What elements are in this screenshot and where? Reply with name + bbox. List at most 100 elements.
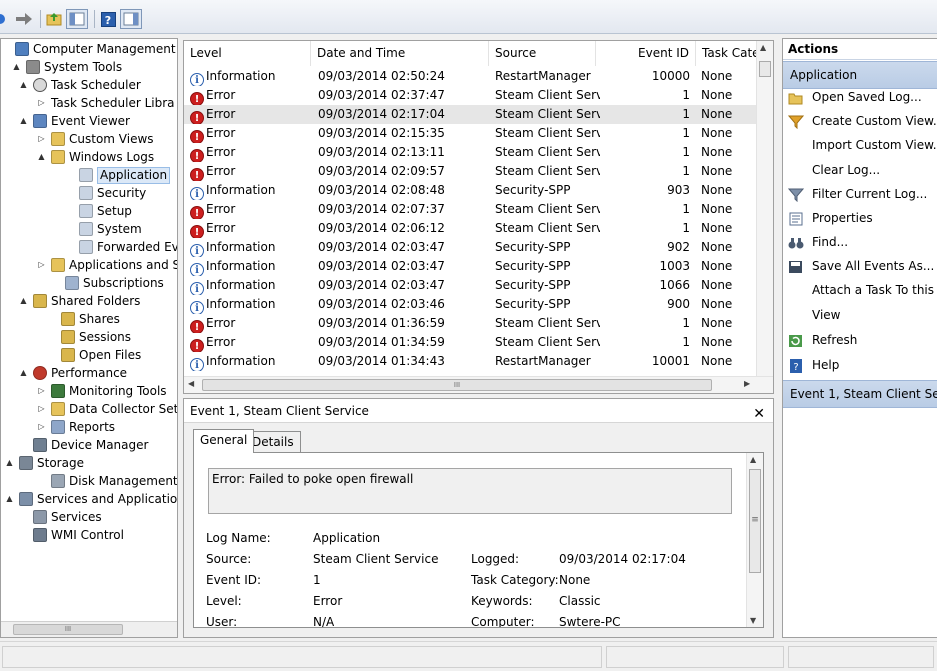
expand-arrow-icon[interactable]: ▷ (37, 418, 46, 436)
column-header-task-categ[interactable]: Task Categ (696, 41, 757, 66)
collapse-arrow-icon[interactable]: ▲ (37, 148, 46, 166)
table-row[interactable]: i Information 09/03/2014 02:08:48 Security-… (184, 181, 756, 200)
tree-item-device-manager[interactable]: Device Manager (19, 436, 148, 454)
action-create-custom-view[interactable]: Create Custom View... (783, 111, 937, 132)
table-row[interactable]: i Information 09/03/2014 02:03:46 Security-… (184, 295, 756, 314)
expand-arrow-icon[interactable]: ▷ (37, 400, 46, 418)
table-row[interactable]: i Information 09/03/2014 02:03:47 Security-… (184, 257, 756, 276)
tree-item-system-tools[interactable]: ▲ System Tools (12, 58, 122, 76)
collapse-arrow-icon[interactable]: ▲ (19, 292, 28, 310)
tree-item-services[interactable]: Services (19, 508, 102, 526)
tree-item-disk-management[interactable]: Disk Management (37, 472, 177, 490)
table-row[interactable]: i Information 09/03/2014 02:03:47 Security-… (184, 276, 756, 295)
action-view[interactable]: View (783, 305, 840, 326)
tree-item-custom-views[interactable]: ▷ Custom Views (37, 130, 154, 148)
table-row[interactable]: ! Error 09/03/2014 02:15:35 Steam Client Se… (184, 124, 756, 143)
up-folder-icon[interactable] (45, 9, 63, 29)
tree-item-system[interactable]: System (65, 220, 142, 238)
table-row[interactable]: ! Error 09/03/2014 02:07:37 Steam Client Se… (184, 200, 756, 219)
event-message-box[interactable]: Error: Failed to poke open firewall (208, 468, 732, 514)
tree-item-storage[interactable]: ▲ Storage (5, 454, 84, 472)
collapse-arrow-icon[interactable]: ▲ (19, 76, 28, 94)
back-icon[interactable] (0, 9, 10, 29)
tab-general[interactable]: General (193, 429, 255, 453)
action-save-all-events-as[interactable]: Save All Events As... (783, 256, 934, 277)
tree-item-open-files[interactable]: Open Files (47, 346, 141, 364)
tree-item-sessions[interactable]: Sessions (47, 328, 131, 346)
table-row[interactable]: ! Error 09/03/2014 02:09:57 Steam Client Se… (184, 162, 756, 181)
help-icon[interactable]: ? (99, 9, 117, 29)
column-header-level[interactable]: Level (184, 41, 311, 66)
collapse-arrow-icon[interactable]: ▲ (5, 454, 14, 472)
collapse-arrow-icon[interactable]: ▲ (19, 364, 28, 382)
tree-scroll-thumb[interactable]: III (13, 624, 123, 635)
tree-item-computer-management-local[interactable]: Computer Management (Local (1, 40, 177, 58)
scroll-left-arrow[interactable]: ◀ (188, 379, 194, 388)
action-filter-current-log[interactable]: Filter Current Log... (783, 184, 927, 205)
table-row[interactable]: i Information 09/03/2014 02:03:47 Security-… (184, 238, 756, 257)
show-hide-console-tree-icon[interactable] (66, 9, 88, 29)
action-open-saved-log[interactable]: Open Saved Log... (783, 87, 922, 108)
tree-item-application[interactable]: Application (65, 166, 171, 184)
table-row[interactable]: ! Error 09/03/2014 02:37:47 Steam Client Se… (184, 86, 756, 105)
event-list[interactable]: Level Date and Time Source Event ID Task Cat… (183, 40, 774, 394)
scroll-up-arrow[interactable]: ▲ (760, 43, 766, 52)
tree-item-shares[interactable]: Shares (47, 310, 120, 328)
expand-arrow-icon[interactable]: ▷ (37, 382, 46, 400)
action-properties[interactable]: Properties (783, 208, 873, 229)
column-header-date-and-time[interactable]: Date and Time (311, 41, 489, 66)
event-list-horizontal-scrollbar[interactable]: ◀ III ▶ (184, 376, 773, 393)
close-icon[interactable]: ✕ (753, 402, 765, 426)
detail-vertical-scrollbar[interactable]: ▲ ≡ ▼ (746, 453, 763, 627)
action-help[interactable]: ? Help (783, 355, 839, 376)
table-row[interactable]: i Information 09/03/2014 01:34:43 RestartMa… (184, 352, 756, 371)
expand-arrow-icon[interactable]: ▷ (37, 94, 46, 112)
collapse-arrow-icon[interactable]: ▲ (19, 112, 28, 130)
tree-item-performance[interactable]: ▲ Performance (19, 364, 127, 382)
action-refresh[interactable]: Refresh (783, 330, 857, 351)
tree-item-security[interactable]: Security (65, 184, 146, 202)
tree-item-reports[interactable]: ▷ Reports (37, 418, 115, 436)
table-row[interactable]: ! Error 09/03/2014 02:17:04 Steam Client Se… (184, 105, 756, 124)
tree-item-forwarded-event[interactable]: Forwarded Event (65, 238, 177, 256)
console-tree[interactable]: Computer Management (Local▲System Tools▲… (0, 38, 178, 638)
actions-group-application[interactable]: Application (783, 61, 937, 89)
actions-group-event[interactable]: Event 1, Steam Client Service (783, 380, 937, 408)
tree-horizontal-scrollbar[interactable]: III (1, 621, 177, 637)
tree-item-wmi-control[interactable]: WMI Control (19, 526, 124, 544)
tree-item-event-viewer[interactable]: ▲ Event Viewer (19, 112, 130, 130)
show-hide-action-pane-icon[interactable] (120, 9, 142, 29)
tree-item-windows-logs[interactable]: ▲ Windows Logs (37, 148, 154, 166)
tree-item-services-and-applications[interactable]: ▲ Services and Applications (5, 490, 177, 508)
table-row[interactable]: ! Error 09/03/2014 01:34:59 Steam Client Se… (184, 333, 756, 352)
event-list-hscroll-thumb[interactable]: III (202, 379, 712, 391)
tree-item-subscriptions[interactable]: Subscriptions (51, 274, 164, 292)
collapse-arrow-icon[interactable]: ▲ (5, 490, 14, 508)
detail-scroll-thumb[interactable]: ≡ (749, 469, 761, 573)
column-header-event-id[interactable]: Event ID (596, 41, 696, 66)
event-list-scroll-thumb[interactable] (759, 61, 771, 77)
tree-item-data-collector-sets[interactable]: ▷ Data Collector Sets (37, 400, 177, 418)
expand-arrow-icon[interactable]: ▷ (37, 256, 46, 274)
collapse-arrow-icon[interactable]: ▲ (12, 58, 21, 76)
action-attach-a-task-to-this-l[interactable]: Attach a Task To this L... (783, 280, 937, 301)
tree-item-task-scheduler[interactable]: ▲ Task Scheduler (19, 76, 141, 94)
table-row[interactable]: ! Error 09/03/2014 01:36:59 Steam Client Se… (184, 314, 756, 333)
tree-item-shared-folders[interactable]: ▲ Shared Folders (19, 292, 140, 310)
scroll-up-arrow[interactable]: ▲ (750, 455, 756, 464)
scroll-right-arrow[interactable]: ▶ (744, 379, 750, 388)
table-row[interactable]: ! Error 09/03/2014 02:13:11 Steam Client Se… (184, 143, 756, 162)
tree-item-monitoring-tools[interactable]: ▷ Monitoring Tools (37, 382, 167, 400)
tree-item-applications-and-se[interactable]: ▷ Applications and Se (37, 256, 177, 274)
expand-arrow-icon[interactable]: ▷ (37, 130, 46, 148)
event-list-vertical-scrollbar[interactable]: ▲ (756, 41, 773, 377)
tree-item-task-scheduler-libra[interactable]: ▷ Task Scheduler Libra (37, 94, 174, 112)
action-clear-log[interactable]: Clear Log... (783, 160, 880, 181)
column-header-source[interactable]: Source (489, 41, 596, 66)
action-find[interactable]: Find... (783, 232, 848, 253)
scroll-down-arrow[interactable]: ▼ (750, 616, 756, 625)
table-row[interactable]: i Information 09/03/2014 02:50:24 RestartMa… (184, 67, 756, 86)
action-import-custom-view[interactable]: Import Custom View... (783, 135, 937, 156)
tree-item-setup[interactable]: Setup (65, 202, 132, 220)
table-row[interactable]: ! Error 09/03/2014 02:06:12 Steam Client Se… (184, 219, 756, 238)
